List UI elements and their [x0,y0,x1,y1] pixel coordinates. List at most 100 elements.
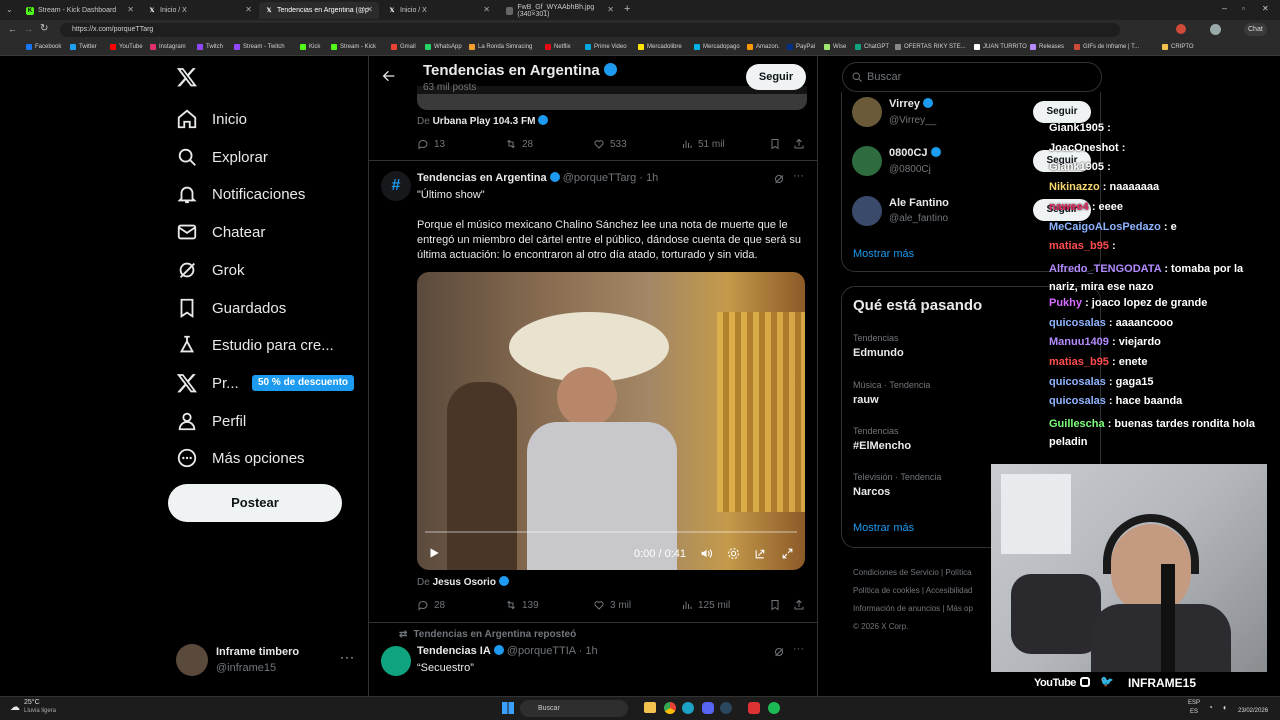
close-tab-icon[interactable]: ✕ [483,5,490,14]
retweet-button[interactable]: 139 [505,599,539,611]
bookmark-item[interactable]: YouTube [110,44,143,50]
extensions-icon[interactable] [1176,24,1186,34]
close-tab-icon[interactable]: ✕ [607,5,614,14]
bookmark-icon[interactable] [769,138,781,150]
like-button[interactable]: 533 [593,138,627,150]
nav-estudio[interactable]: Estudio para cre... [176,330,334,360]
chat-username[interactable]: Guillescha [1049,418,1105,430]
bookmark-item[interactable]: Prime Video [585,44,627,50]
edge-icon[interactable] [682,702,694,714]
avatar[interactable] [852,97,882,127]
like-button[interactable]: 3 mil [593,599,631,611]
bookmark-item[interactable]: OFERTAS RIKY STE... [895,44,966,50]
footer-link[interactable]: Condiciones de Servicio [853,568,939,577]
tweet-video[interactable]: 0:00 / 0:41 [417,272,805,570]
post-button[interactable]: Postear [168,484,342,522]
chat-username[interactable]: Giank1905 [1049,122,1104,134]
chat-username[interactable]: Manuu1409 [1049,336,1109,348]
repost-text[interactable]: Tendencias en Argentina reposteó [413,629,576,640]
file-explorer-icon[interactable] [644,702,656,713]
reply-button[interactable]: 28 [417,599,445,611]
grok-analyze-icon[interactable] [773,173,785,185]
nav-perfil[interactable]: Perfil [176,406,246,436]
follow-suggestion-name[interactable]: 0800CJ [889,147,941,159]
fullscreen-icon[interactable] [781,547,794,560]
close-tab-icon[interactable]: ✕ [366,5,373,14]
trend-name[interactable]: Edmundo [853,347,904,359]
chat-username[interactable]: Nikinazzo [1049,181,1100,193]
volume-icon[interactable] [700,547,713,560]
new-tab-icon[interactable]: + [624,3,630,15]
nav-grok[interactable]: Grok [176,255,245,285]
views-button[interactable]: 51 mil [681,138,725,150]
tweet-time[interactable]: 1h [646,172,658,184]
bookmark-item[interactable]: Facebook [26,44,61,50]
browser-menu-icon[interactable]: ⌄ [6,5,13,14]
tweet-author-name[interactable]: Tendencias en Argentina [417,172,547,184]
chat-username[interactable]: Giank1905 [1049,161,1104,173]
clock-date[interactable]: 23/02/2026 [1238,708,1268,714]
avatar[interactable] [852,146,882,176]
grok-analyze-icon[interactable] [773,646,785,658]
bookmark-item[interactable]: La Ronda Simracing [469,44,532,50]
show-more-link[interactable]: Mostrar más [853,248,914,260]
chrome-icon[interactable] [664,702,676,714]
nav-notificaciones[interactable]: Notificaciones [176,179,305,209]
profile-avatar[interactable] [1210,24,1221,35]
browser-tab[interactable]: 𝕏 Inicio / X ✕ [382,2,496,19]
bookmark-item[interactable]: ChatGPT [855,44,889,50]
follow-suggestion-name[interactable]: Virrey [889,98,934,110]
bookmark-item[interactable]: Stream - Kick [331,44,376,50]
header-follow-button[interactable]: Seguir [746,64,806,90]
chat-username[interactable]: quicosalas [1049,317,1106,329]
follow-button-virrey[interactable]: Seguir [1033,101,1091,123]
tweet-author-handle[interactable]: @porqueTTarg [563,172,637,184]
language-indicator[interactable]: ESP ES [1188,699,1200,717]
address-bar[interactable]: https://x.com/porqueTTarg [60,23,1120,37]
taskbar-search[interactable]: Buscar [520,700,628,717]
chat-profile-button[interactable]: Chat [1244,23,1267,36]
avatar[interactable] [381,646,411,676]
bookmark-item[interactable]: Netflix [545,44,571,50]
back-icon[interactable]: ← [8,24,17,34]
chat-username[interactable]: Pukhy [1049,297,1082,309]
footer-link[interactable]: Más op [947,604,973,613]
close-tab-icon[interactable]: ✕ [245,5,252,14]
chat-username[interactable]: matias_b95 [1049,356,1109,368]
video-progress-track[interactable] [425,531,797,533]
bookmark-item[interactable]: Gmail [391,44,416,50]
show-more-link[interactable]: Mostrar más [853,522,914,534]
chat-username[interactable]: MeCaigoALosPedazo [1049,221,1161,233]
bookmark-item[interactable]: CRIPTO [1162,44,1194,50]
trend-name[interactable]: rauw [853,394,879,406]
avatar[interactable] [852,196,882,226]
bookmark-item[interactable]: Twitter [70,44,97,50]
forward-icon[interactable]: → [24,24,33,34]
discord-icon[interactable] [702,702,714,714]
browser-tab[interactable]: FwB_Gf_WYAAbhBh.jpg (340×301) ✕ [500,2,620,19]
views-button[interactable]: 125 mil [681,599,730,611]
chat-username[interactable]: quicosalas [1049,376,1106,388]
bookmark-item[interactable]: PayPal [787,44,815,50]
trend-name[interactable]: Narcos [853,486,890,498]
chat-username[interactable]: nawee4 [1049,201,1089,213]
bookmark-item[interactable]: Instagram [150,44,186,50]
bookmark-item[interactable]: Twitch [197,44,223,50]
reload-icon[interactable]: ↻ [40,23,48,34]
bookmark-item[interactable]: Stream - Twitch [234,44,285,50]
chat-username[interactable]: JoacOneshot [1049,142,1119,154]
minimize-icon[interactable]: – [1222,3,1227,13]
bookmark-item[interactable]: GIFs de Inframe | T... [1074,44,1139,50]
nav-chatear[interactable]: Chatear [176,217,265,247]
footer-link[interactable]: Accesibilidad [926,586,973,595]
follow-suggestion-name[interactable]: Ale Fantino [889,197,949,209]
chat-username[interactable]: quicosalas [1049,395,1106,407]
pip-icon[interactable] [754,547,767,560]
volume-icon[interactable]: ◖ [1222,703,1227,712]
more-icon[interactable]: ··· [793,643,804,655]
bookmark-icon[interactable] [769,599,781,611]
tweet-time[interactable]: 1h [585,645,597,657]
share-icon[interactable] [793,138,805,150]
nav-explorar[interactable]: Explorar [176,142,268,172]
settings-icon[interactable] [727,547,740,560]
